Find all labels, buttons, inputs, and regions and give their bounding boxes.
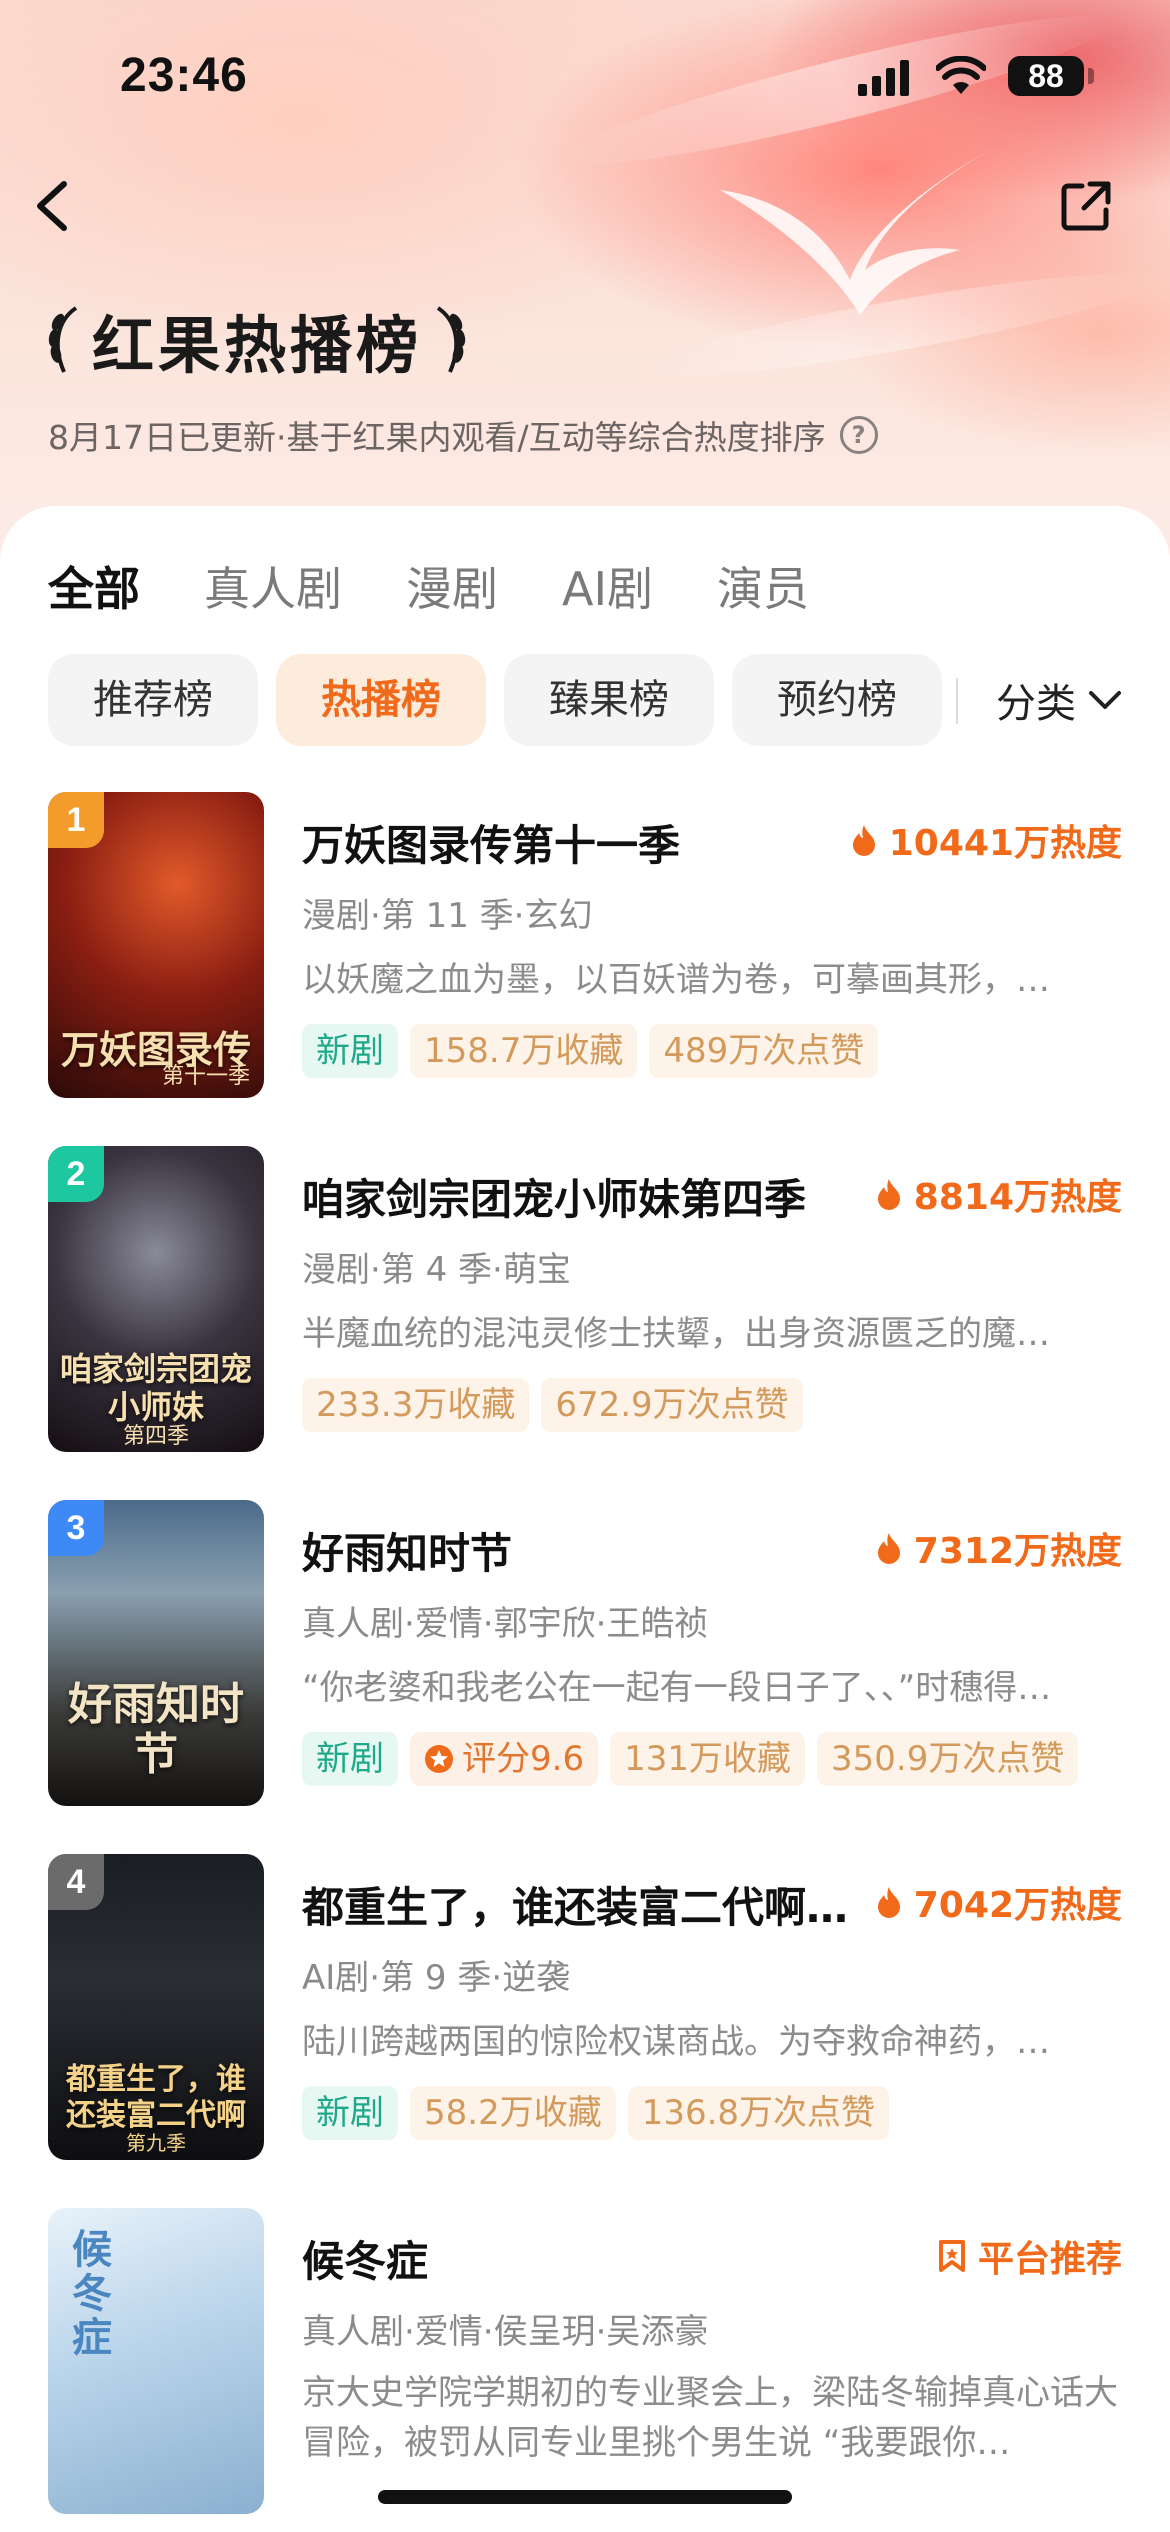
item-description: “你老婆和我老公在一起有一段日子了、、”时穗得… [302, 1668, 1052, 1708]
tab-live-action[interactable]: 真人剧 [204, 553, 342, 619]
item-description: 陆川跨越两国的惊险权谋商战。为夺救命神药，… [302, 2022, 1050, 2062]
tab-ai[interactable]: AI剧 [562, 553, 653, 619]
wifi-icon [936, 56, 986, 94]
ranking-chips: 推荐榜 热播榜 臻果榜 预约榜 [48, 654, 942, 746]
item-title: 咱家剑宗团宠小师妹第四季 [302, 1175, 807, 1224]
heat-value: 7042万热度 [913, 1885, 1122, 1926]
item-meta: 真人剧·爱情·郭宇欣·王皓祯 [302, 1604, 709, 1644]
heat-indicator: 7042万热度 [876, 1876, 1122, 1928]
item-meta: AI剧·第 9 季·逆袭 [302, 1958, 571, 1998]
poster-title: 好雨知时节 [68, 1679, 244, 1780]
new-badge: 新剧 [302, 1732, 398, 1786]
status-time: 23:46 [120, 49, 248, 102]
rank-badge: 3 [48, 1500, 104, 1556]
flame-icon [877, 1887, 900, 1918]
page-title: 红果热播榜 [46, 300, 468, 382]
new-badge: 新剧 [302, 2086, 398, 2140]
heat-indicator: 10441万热度 [851, 814, 1122, 866]
bird-illustration [720, 150, 990, 315]
rank-badge: 1 [48, 792, 104, 848]
poster-title: 都重生了，谁还装富二代啊 [66, 2062, 246, 2133]
bookmark-icon [938, 2240, 965, 2272]
item-meta: 漫剧·第 4 季·萌宝 [302, 1250, 571, 1290]
poster-subtitle: 第四季 [122, 1424, 189, 1449]
item-meta: 漫剧·第 11 季·玄幻 [302, 896, 593, 936]
home-indicator[interactable] [378, 2490, 792, 2504]
heat-value: 8814万热度 [913, 1177, 1122, 1218]
list-item[interactable]: 咱家剑宗团宠小师妹 第四季 2 咱家剑宗团宠小师妹第四季 8814万热度 漫剧·… [48, 1146, 1122, 1452]
battery-tip [1088, 68, 1094, 84]
list-item[interactable]: 都重生了，谁还装富二代啊 第九季 4 都重生了，谁还装富二代啊… 7042万热度… [48, 1854, 1122, 2160]
chip-premium[interactable]: 臻果榜 [504, 654, 714, 746]
new-badge: 新剧 [302, 1024, 398, 1078]
tab-actors[interactable]: 演员 [717, 553, 809, 619]
back-icon[interactable] [24, 176, 84, 236]
help-icon[interactable]: ? [839, 416, 878, 454]
item-description: 半魔血统的混沌灵修士扶颦，出身资源匮乏的魔… [302, 1314, 1050, 1354]
poster-title: 咱家剑宗团宠小师妹 [59, 1350, 252, 1426]
heat-value: 7312万热度 [913, 1531, 1122, 1572]
heat-indicator: 7312万热度 [876, 1522, 1122, 1574]
subtitle-text: 8月17日已更新·基于红果内观看/互动等综合热度排序 [48, 418, 826, 457]
poster-subtitle: 第十一季 [161, 1064, 250, 1089]
rating-star-icon [425, 1745, 453, 1773]
poster-title: 候冬症 [72, 2226, 112, 2361]
item-meta: 真人剧·爱情·侯呈玥·吴添豪 [302, 2312, 709, 2352]
favorites-count: 233.3万收藏 [302, 1378, 530, 1432]
platform-recommend-badge: 平台推荐 [938, 2230, 1122, 2282]
tag-row: 新剧 评分9.6 131万收藏 350.9万次点赞 [302, 1732, 1079, 1786]
item-title: 候冬症 [302, 2237, 429, 2286]
list-item[interactable]: 好雨知时节 3 好雨知时节 7312万热度 真人剧·爱情·郭宇欣·王皓祯 “你老… [48, 1500, 1122, 1806]
list-item[interactable]: 候冬症 候冬症 平台推荐 真人剧·爱情·侯呈玥·吴添豪 京大史学院学期初的专业聚… [48, 2208, 1122, 2514]
likes-count: 136.8万次点赞 [627, 2086, 890, 2140]
rank-badge: 2 [48, 1146, 104, 1202]
laurel-left-icon [48, 306, 78, 373]
likes-count: 672.9万次点赞 [541, 1378, 803, 1432]
tab-all[interactable]: 全部 [48, 553, 140, 619]
item-description: 以妖魔之血为墨，以百妖谱为卷，可摹画其形，… [302, 960, 1050, 1000]
page-title-text: 红果热播榜 [92, 309, 423, 382]
favorites-count: 158.7万收藏 [410, 1024, 638, 1078]
platform-recommend-label: 平台推荐 [977, 2239, 1122, 2280]
tag-row: 233.3万收藏 672.9万次点赞 [302, 1378, 803, 1432]
signal-icon [858, 60, 909, 96]
update-subtitle: 8月17日已更新·基于红果内观看/互动等综合热度排序 ? [48, 410, 878, 460]
chip-divider [956, 678, 958, 724]
laurel-right-icon [436, 306, 466, 373]
item-title: 都重生了，谁还装富二代啊… [302, 1883, 849, 1932]
content-sheet: 全部 真人剧 漫剧 AI剧 演员 推荐榜 热播榜 臻果榜 预约榜 分类 万妖图录… [0, 506, 1170, 2532]
heat-value: 10441万热度 [888, 823, 1122, 864]
share-icon[interactable] [1056, 176, 1116, 236]
tag-row: 新剧 58.2万收藏 136.8万次点赞 [302, 2086, 890, 2140]
rank-badge: 4 [48, 1854, 104, 1910]
likes-count: 489万次点赞 [649, 1024, 879, 1078]
list-item[interactable]: 万妖图录传 第十一季 1 万妖图录传第十一季 10441万热度 漫剧·第 11 … [48, 792, 1122, 1098]
flame-icon [877, 1533, 900, 1564]
category-filter-button[interactable]: 分类 [996, 670, 1122, 730]
chip-recommended[interactable]: 推荐榜 [48, 654, 258, 746]
chip-trending[interactable]: 热播榜 [276, 654, 486, 746]
category-tabs: 全部 真人剧 漫剧 AI剧 演员 [48, 546, 809, 626]
likes-count: 350.9万次点赞 [816, 1732, 1079, 1786]
tab-comic[interactable]: 漫剧 [406, 553, 498, 619]
favorites-count: 131万收藏 [610, 1732, 805, 1786]
filter-label: 分类 [996, 681, 1076, 727]
item-title: 万妖图录传第十一季 [302, 821, 681, 870]
rating-badge: 评分9.6 [410, 1732, 599, 1786]
tag-row: 新剧 158.7万收藏 489万次点赞 [302, 1024, 879, 1078]
flame-icon [852, 825, 875, 856]
poster-subtitle: 第九季 [126, 2131, 186, 2155]
chip-reservation[interactable]: 预约榜 [732, 654, 942, 746]
item-title: 好雨知时节 [302, 1529, 513, 1578]
chevron-down-icon [1089, 691, 1121, 709]
poster-image: 候冬症 [48, 2208, 264, 2514]
favorites-count: 58.2万收藏 [410, 2086, 616, 2140]
rating-value: 评分9.6 [462, 1739, 585, 1779]
heat-indicator: 8814万热度 [876, 1168, 1122, 1220]
item-description: 京大史学院学期初的专业聚会上，梁陆冬输掉真心话大冒险，被罚从同专业里挑个男生说 … [302, 2373, 1118, 2463]
battery-indicator: 88 [1008, 56, 1084, 96]
flame-icon [877, 1179, 900, 1210]
